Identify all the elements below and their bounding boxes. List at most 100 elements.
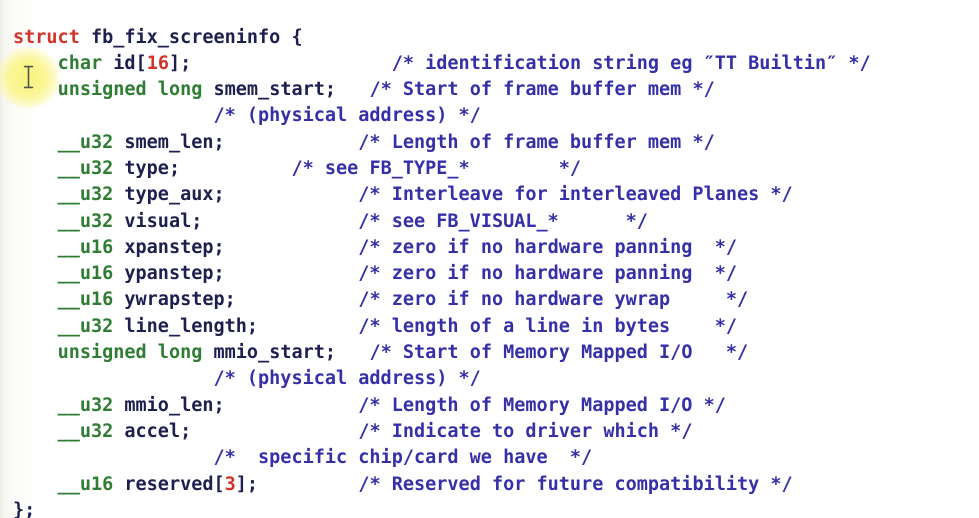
code-token-punct: {	[280, 26, 303, 48]
code-token-ident: id	[113, 52, 136, 74]
code-token-cmt: /* length of a line in bytes */	[358, 315, 738, 337]
code-token-type: unsigned long	[57, 342, 214, 364]
code-token-type: __u16	[57, 289, 125, 311]
code-token-type: __u32	[57, 131, 125, 153]
code-token-punct	[180, 158, 291, 179]
code-token-ident: type	[124, 157, 169, 179]
code-token-ident: ypanstep	[124, 263, 214, 285]
code-token-ident: accel	[124, 420, 181, 442]
code-token-cmt: /* specific chip/card we have */	[213, 447, 593, 469]
code-line: /* specific chip/card we have */	[0, 445, 979, 471]
code-line: };	[0, 498, 979, 518]
code-line: /* (physical address) */	[0, 103, 979, 129]
code-line: __u16 ywrapstep; /* zero if no hardware …	[0, 287, 979, 313]
code-token-punct: ;	[324, 79, 337, 101]
code-token-punct: ;	[224, 289, 236, 311]
code-token-type: char	[57, 52, 114, 74]
code-line: __u16 xpanstep; /* zero if no hardware p…	[0, 235, 979, 261]
code-token-punct: [	[213, 473, 225, 495]
code-token-cmt: /* Start of frame buffer mem */	[369, 79, 715, 101]
code-line: __u16 reserved[3]; /* Reserved for futur…	[0, 472, 979, 498]
code-token-cmt: /* zero if no hardware panning */	[358, 263, 737, 285]
code-token-punct: ;	[213, 236, 225, 258]
code-token-ident: reserved	[124, 473, 214, 495]
code-token-punct	[225, 237, 359, 258]
code-token-ident: mmio_start	[213, 342, 325, 364]
code-token-cmt: /* see FB_VISUAL_* */	[358, 210, 648, 232]
code-line: __u32 accel; /* Indicate to driver which…	[0, 419, 979, 445]
code-token-type: __u32	[57, 420, 125, 442]
code-token-cmt: /* zero if no hardware ywrap */	[358, 289, 749, 311]
code-token-punct	[258, 316, 358, 337]
code-token-punct: ;	[180, 52, 192, 74]
code-line: __u32 visual; /* see FB_VISUAL_* */	[0, 209, 979, 235]
code-token-punct: ;	[213, 184, 225, 206]
code-token-punct	[225, 184, 359, 205]
code-line: unsigned long smem_start; /* Start of fr…	[0, 77, 979, 103]
code-line: __u32 mmio_len; /* Length of Memory Mapp…	[0, 393, 979, 419]
code-token-punct: ]	[168, 52, 181, 74]
code-token-punct: ]	[235, 473, 247, 495]
code-line: char id[16]; /* identification string eg…	[0, 51, 979, 77]
code-token-num: 16	[146, 52, 169, 74]
code-token-punct	[336, 342, 369, 363]
code-line: __u32 type; /* see FB_TYPE_* */	[0, 156, 979, 182]
code-token-ident: xpanstep	[124, 236, 214, 258]
code-token-cmt: /* Reserved for future compatibility */	[358, 473, 793, 495]
code-line: struct fb_fix_screeninfo {	[0, 25, 979, 51]
code-token-cmt: /* identification string eg ″TT Builtin″…	[391, 52, 871, 74]
code-token-cmt: /* zero if no hardware panning */	[358, 236, 737, 258]
code-token-punct: ;	[213, 131, 225, 153]
code-token-num: 3	[224, 473, 236, 495]
code-token-ident: visual	[124, 210, 192, 232]
code-token-cmt: /* Length of frame buffer mem */	[358, 131, 715, 153]
code-token-cmt: /* Indicate to driver which */	[358, 420, 693, 442]
code-token-punct: };	[13, 499, 36, 518]
code-token-ident: fb_fix_screeninfo	[90, 26, 281, 48]
code-token-punct: ;	[324, 342, 337, 364]
code-token-punct: ;	[168, 157, 181, 179]
code-token-punct	[225, 395, 359, 416]
source-code-block: struct fb_fix_screeninfo { char id[16]; …	[0, 19, 979, 518]
code-token-cmt: /* Start of Memory Mapped I/O */	[369, 342, 749, 364]
code-token-cmt: /* (physical address) */	[213, 105, 481, 127]
code-token-ident: ywrapstep	[124, 289, 225, 311]
code-token-punct	[336, 79, 369, 100]
code-listing-screen: struct fb_fix_screeninfo { char id[16]; …	[0, 0, 979, 518]
code-token-type: __u16	[57, 263, 125, 285]
code-token-type: __u32	[57, 315, 125, 337]
code-token-type: __u32	[57, 184, 125, 206]
code-token-punct: [	[135, 52, 147, 74]
code-token-punct	[225, 263, 359, 284]
code-token-ident: mmio_len	[124, 394, 214, 416]
code-token-ident: smem_start	[213, 79, 325, 101]
code-token-type: __u16	[57, 473, 125, 495]
code-line: __u32 smem_len; /* Length of frame buffe…	[0, 130, 979, 156]
code-token-punct: ;	[246, 473, 259, 495]
code-token-ident: line_length	[124, 315, 247, 337]
code-token-punct	[236, 289, 359, 310]
code-token-cmt: /* Interleave for interleaved Planes */	[358, 184, 793, 206]
code-token-punct: ;	[213, 394, 225, 416]
code-token-punct	[191, 53, 391, 74]
code-line: __u32 line_length; /* length of a line i…	[0, 314, 979, 340]
code-token-cmt: /* (physical address) */	[213, 368, 481, 390]
code-token-type: __u32	[57, 157, 125, 179]
code-token-type: __u32	[57, 394, 125, 416]
code-token-punct	[258, 474, 358, 495]
code-token-punct	[225, 132, 359, 153]
code-token-type: __u16	[57, 236, 125, 258]
